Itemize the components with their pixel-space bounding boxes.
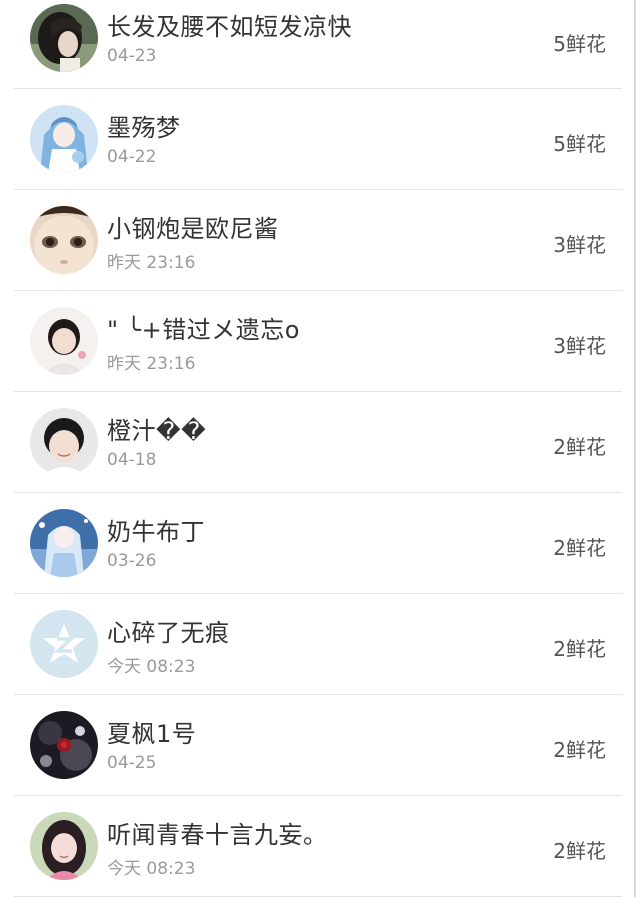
user-name: 长发及腰不如短发凉快 xyxy=(107,13,352,41)
list-item[interactable]: 墨殇梦 04-22 5鲜花 xyxy=(14,89,622,190)
girl-pink-avatar[interactable] xyxy=(30,812,98,880)
flower-count: 5鲜花 xyxy=(553,132,606,156)
user-name: 奶牛布丁 xyxy=(107,518,205,546)
user-name: 夏枫1号 xyxy=(107,720,197,748)
flower-count: 2鲜花 xyxy=(553,637,606,661)
user-name: 橙汁�� xyxy=(107,417,207,445)
user-name: 心碎了无痕 xyxy=(107,619,230,647)
list-item[interactable]: " ╰+错过メ遗忘o 昨天 23:16 3鲜花 xyxy=(14,291,622,392)
list-item[interactable]: 奶牛布丁 03-26 2鲜花 xyxy=(14,493,622,594)
dark-rose-avatar[interactable] xyxy=(30,711,98,779)
timestamp: 今天 08:23 xyxy=(107,859,196,879)
girl-long-hair-avatar[interactable] xyxy=(30,4,98,72)
list-item[interactable]: 听闻青春十言九妄。 今天 08:23 2鲜花 xyxy=(14,796,622,897)
doll-face-avatar[interactable] xyxy=(30,206,98,274)
flower-count: 2鲜花 xyxy=(553,839,606,863)
boy-avatar[interactable] xyxy=(30,408,98,476)
timestamp: 04-23 xyxy=(107,46,157,66)
list-item[interactable]: 橙汁�� 04-18 2鲜花 xyxy=(14,392,622,493)
flower-count: 5鲜花 xyxy=(553,32,606,56)
list-item[interactable]: 小钢炮是欧尼酱 昨天 23:16 3鲜花 xyxy=(14,190,622,291)
timestamp: 昨天 23:16 xyxy=(107,354,196,374)
flower-leaderboard-list: 长发及腰不如短发凉快 04-23 5鲜花 墨殇梦 04-22 5鲜花 小钢炮是欧… xyxy=(0,0,636,897)
list-item[interactable]: 长发及腰不如短发凉快 04-23 5鲜花 xyxy=(14,0,622,89)
list-item[interactable]: 夏枫1号 04-25 2鲜花 xyxy=(14,695,622,796)
flower-count: 3鲜花 xyxy=(553,334,606,358)
user-name: 墨殇梦 xyxy=(107,114,181,142)
screen-frame: 长发及腰不如短发凉快 04-23 5鲜花 墨殇梦 04-22 5鲜花 小钢炮是欧… xyxy=(0,0,636,897)
timestamp: 03-26 xyxy=(107,551,157,571)
list-item[interactable]: 心碎了无痕 今天 08:23 2鲜花 xyxy=(14,594,622,695)
default-qzone-avatar[interactable] xyxy=(30,610,98,678)
timestamp: 今天 08:23 xyxy=(107,657,196,677)
timestamp: 04-25 xyxy=(107,753,157,773)
user-name: " ╰+错过メ遗忘o xyxy=(107,316,300,344)
user-name: 小钢炮是欧尼酱 xyxy=(107,215,279,243)
flower-count: 2鲜花 xyxy=(553,536,606,560)
anime-white-hair-avatar[interactable] xyxy=(30,509,98,577)
flower-count: 2鲜花 xyxy=(553,435,606,459)
flower-count: 3鲜花 xyxy=(553,233,606,257)
timestamp: 04-22 xyxy=(107,147,157,167)
timestamp: 04-18 xyxy=(107,450,157,470)
anime-blue-avatar[interactable] xyxy=(30,105,98,173)
flower-count: 2鲜花 xyxy=(553,738,606,762)
timestamp: 昨天 23:16 xyxy=(107,253,196,273)
user-name: 听闻青春十言九妄。 xyxy=(107,821,328,849)
girl-short-hair-avatar[interactable] xyxy=(30,307,98,375)
